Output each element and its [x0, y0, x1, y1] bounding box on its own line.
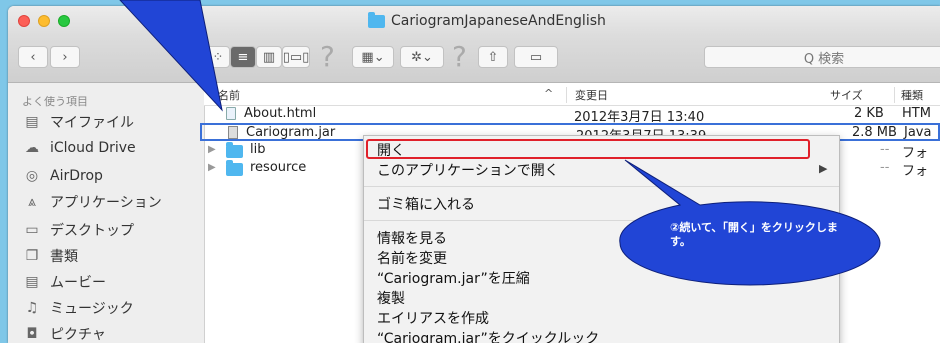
screen: CariogramJapaneseAndEnglish ‹ › ⁘ ≡ ▥ ▯▭… [0, 0, 940, 343]
callout-text: ②続いて、「開く」をクリックします。 [670, 221, 838, 248]
annotation-layer [119, 0, 881, 286]
top-callout-pointer [119, 0, 223, 112]
